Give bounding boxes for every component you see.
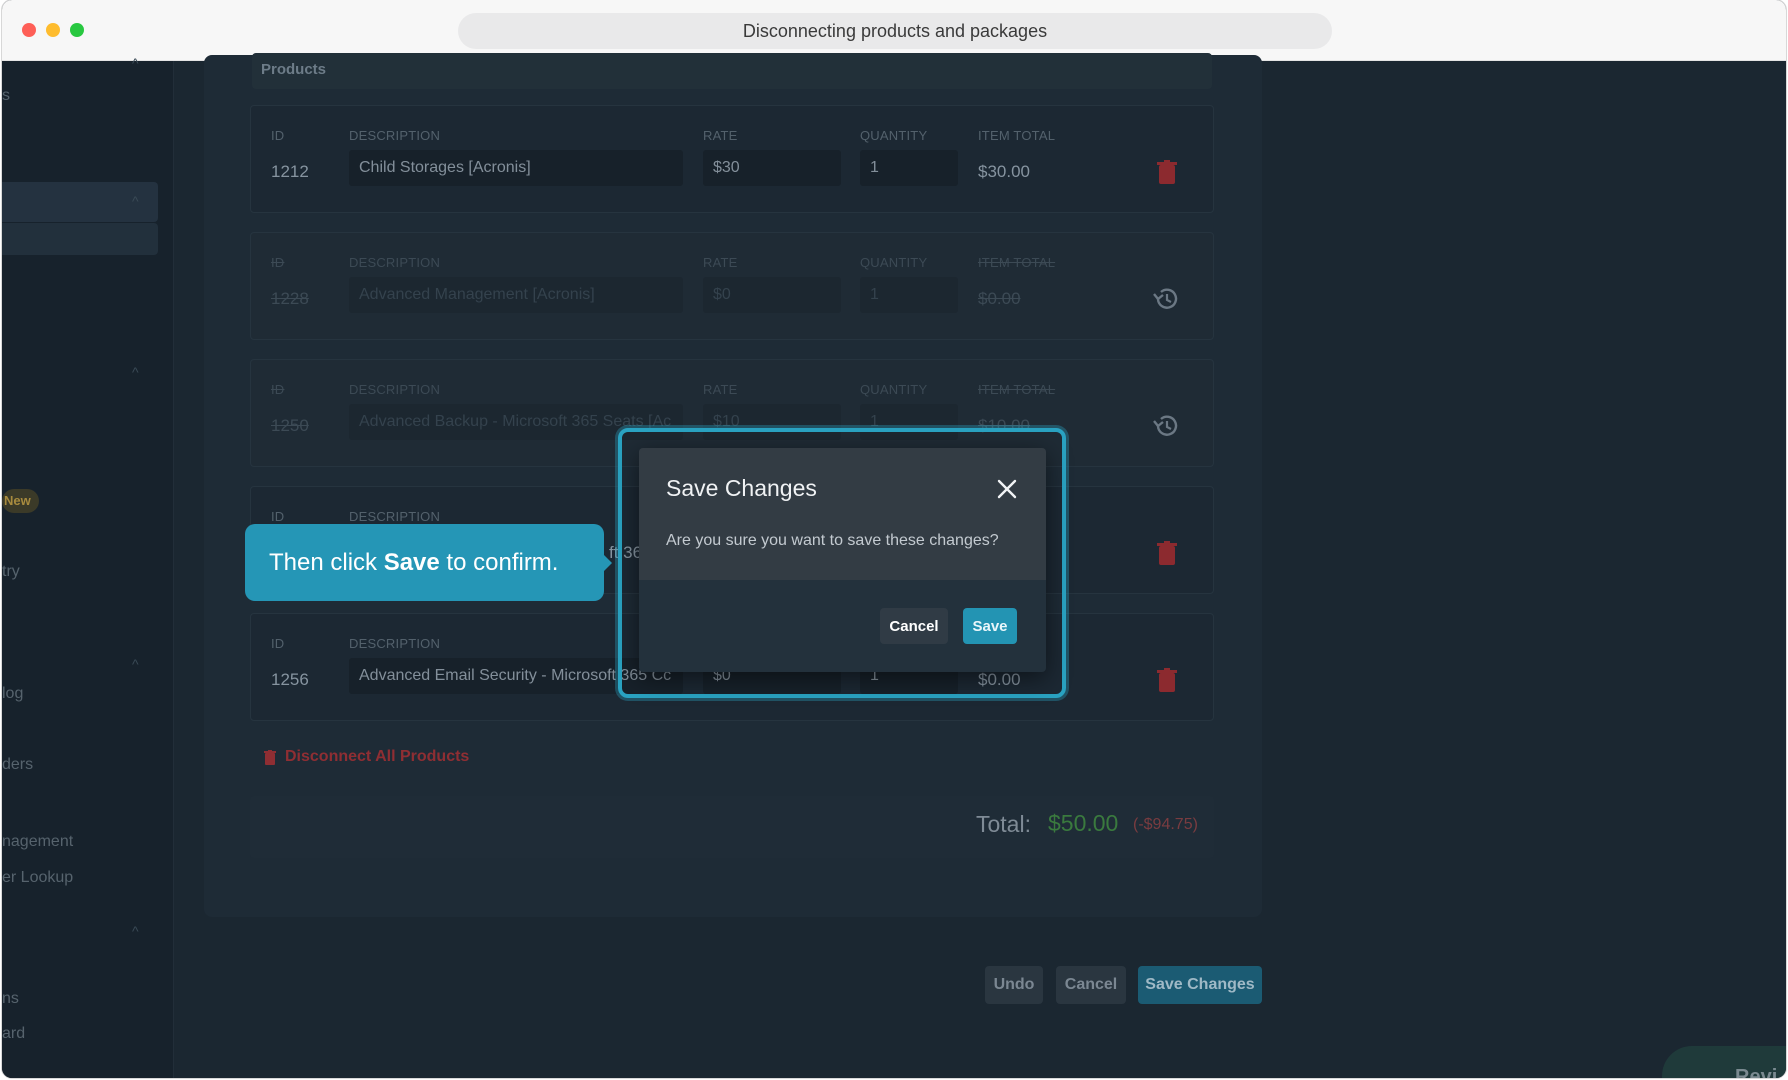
column-label-quantity: QUANTITY [860,128,928,143]
dialog-title: Save Changes [666,475,817,501]
sidebar-item-fragment[interactable]: nagement [2,833,73,851]
new-badge: New [2,489,39,513]
dialog-body [639,448,1046,580]
column-label-id: ID [271,509,285,524]
column-label-item-total: ITEM TOTAL [978,382,1056,397]
total-delta: (-$94.75) [1133,816,1198,833]
column-label-id: ID [271,255,285,270]
undo-button[interactable]: Undo [985,966,1043,1004]
description-input[interactable]: Child Storages [Acronis] [349,150,683,186]
description-input: Advanced Management [Acronis] [349,277,683,313]
chevron-up-icon[interactable]: ^ [132,55,146,71]
trash-icon[interactable] [1157,160,1177,184]
sidebar-subitem-active[interactable] [2,223,158,255]
dialog-cancel-button[interactable]: Cancel [880,608,948,644]
sidebar-item-fragment[interactable]: ders [2,756,33,774]
dialog-message: Are you sure you want to save these chan… [666,532,999,549]
product-id: 1250 [271,416,309,435]
total-label: Total: [976,811,1031,837]
chevron-up-icon[interactable]: ^ [132,923,146,939]
column-label-description: DESCRIPTION [349,255,441,270]
disconnect-all-products-link[interactable]: Disconnect All Products [264,748,469,766]
column-label-item-total: ITEM TOTAL [978,255,1056,270]
products-section-title: Products [261,61,327,78]
tooltip-prefix: Then click [269,548,384,576]
maximize-window-button[interactable] [70,23,84,37]
dialog-save-button[interactable]: Save [963,608,1017,644]
sidebar-item-fragment[interactable]: s [2,87,10,105]
disconnect-all-label: Disconnect All Products [285,748,470,765]
rate-input: $0 [703,277,841,313]
column-label-rate: RATE [703,382,738,397]
sidebar-item-fragment[interactable]: ard [2,1025,25,1043]
tooltip-suffix: to confirm. [439,548,559,576]
product-row-removed: ID DESCRIPTION RATE QUANTITY ITEM TOTAL … [250,232,1214,340]
tooltip-bold: Save [383,548,440,576]
product-row: ID DESCRIPTION RATE QUANTITY ITEM TOTAL … [250,105,1214,213]
restore-icon[interactable] [1151,412,1179,440]
app-window: Disconnecting products and packages ^ s … [2,0,1786,1078]
tooltip-arrow [602,553,612,573]
tutorial-tooltip: Then click Save to confirm. [245,524,604,601]
save-changes-dialog: Save Changes Are you sure you want to sa… [639,448,1046,672]
column-label-description: DESCRIPTION [349,509,441,524]
quantity-input[interactable]: 1 [860,150,958,186]
save-changes-button[interactable]: Save Changes [1138,966,1262,1004]
column-label-id: ID [271,382,285,397]
trash-icon[interactable] [1157,541,1177,565]
revi-widget-label: Revi [1735,1066,1778,1078]
chevron-up-icon[interactable]: ^ [132,193,146,209]
column-label-description: DESCRIPTION [349,128,441,143]
column-label-rate: RATE [703,255,738,270]
quantity-input: 1 [860,277,958,313]
column-label-id: ID [271,128,285,143]
item-total: $0.00 [978,289,1021,308]
cancel-button[interactable]: Cancel [1056,966,1126,1004]
column-label-quantity: QUANTITY [860,382,928,397]
trash-icon[interactable] [1157,668,1177,692]
total-value: $50.00 [1048,810,1119,836]
window-title: Disconnecting products and packages [458,13,1332,49]
product-id: 1256 [271,670,309,689]
column-label-id: ID [271,636,285,651]
chevron-up-icon[interactable]: ^ [132,656,146,672]
title-bar: Disconnecting products and packages [2,0,1786,61]
sidebar-item-fragment[interactable]: log [2,685,23,703]
trash-icon [264,749,276,765]
sidebar-item-fragment[interactable]: ns [2,990,19,1008]
rate-input[interactable]: $30 [703,150,841,186]
minimize-window-button[interactable] [46,23,60,37]
column-label-description: DESCRIPTION [349,382,441,397]
product-id: 1212 [271,162,309,181]
restore-icon[interactable] [1151,285,1179,313]
close-window-button[interactable] [22,23,36,37]
products-header [252,53,1212,89]
column-label-rate: RATE [703,128,738,143]
column-label-item-total: ITEM TOTAL [978,128,1056,143]
column-label-description: DESCRIPTION [349,636,441,651]
close-icon[interactable] [995,477,1019,501]
sidebar-item-fragment[interactable]: try [2,563,20,581]
product-id: 1228 [271,289,309,308]
sidebar-item-fragment[interactable]: er Lookup [2,869,73,887]
item-total: $30.00 [978,162,1030,181]
column-label-quantity: QUANTITY [860,255,928,270]
chevron-up-icon[interactable]: ^ [132,364,146,380]
sidebar: ^ s ^ ^ New try ^ log ders nagement er L… [2,55,174,1078]
